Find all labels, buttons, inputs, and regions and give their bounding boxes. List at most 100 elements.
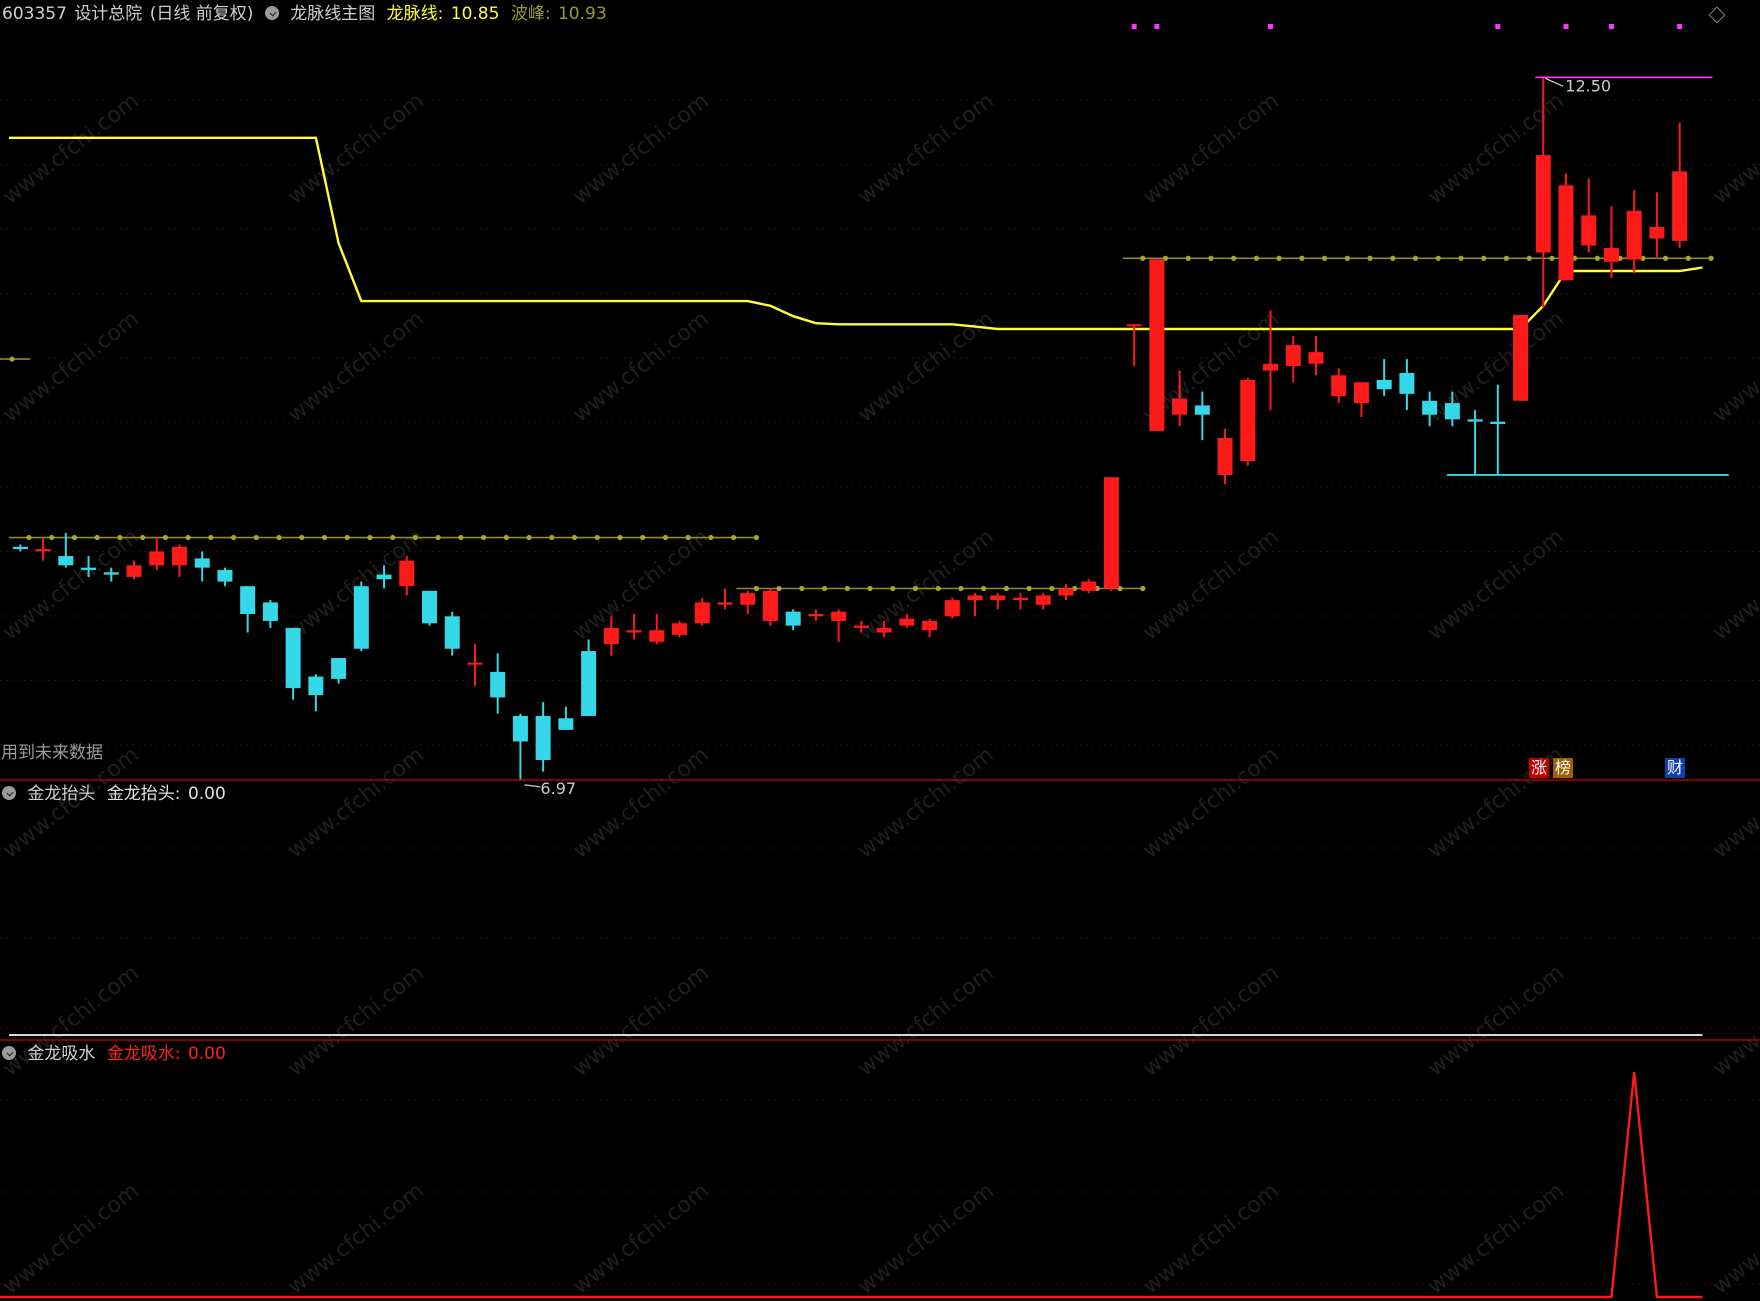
candle	[1308, 335, 1324, 376]
candle	[1035, 593, 1051, 610]
candle-body	[217, 569, 233, 582]
peak-dot	[890, 585, 896, 592]
sub1-toggle-icon[interactable]	[2, 786, 16, 800]
candle	[1649, 192, 1665, 258]
peak-dot	[1594, 255, 1600, 261]
candle-body	[81, 567, 97, 570]
candle	[558, 706, 574, 730]
candle-body	[1535, 155, 1551, 253]
candle-body	[1513, 315, 1529, 401]
watermark-text: www.cfchi.com	[853, 1178, 998, 1299]
candle	[308, 674, 324, 712]
candle-body	[922, 620, 938, 631]
sub1-series-label: 金龙抬头:	[106, 784, 181, 804]
candle-body	[1626, 210, 1642, 260]
candle	[990, 593, 1006, 610]
candle	[1672, 122, 1688, 248]
candle-body	[1263, 363, 1279, 371]
candle	[1467, 410, 1483, 475]
peak-dot	[1344, 255, 1350, 261]
peak-dot	[844, 585, 850, 592]
candle	[171, 544, 187, 577]
candle	[353, 581, 369, 652]
signal-marker	[1677, 24, 1683, 29]
candle-body	[1103, 477, 1119, 589]
candle	[944, 597, 960, 619]
watermark-text: www.cfchi.com	[1708, 960, 1760, 1081]
candle-body	[353, 586, 369, 649]
period-label[interactable]: (日线 前复权)	[150, 4, 254, 24]
signal-marker	[1608, 24, 1614, 29]
candle	[35, 537, 51, 561]
candle	[262, 600, 278, 628]
dragon-line-label: 龙脉线:	[386, 4, 444, 24]
candle-body	[35, 549, 51, 552]
watermark-text: www.cfchi.com	[1138, 960, 1283, 1081]
candle-body	[512, 715, 528, 742]
watermark-text: www.cfchi.com	[0, 306, 144, 427]
peak-dot	[935, 585, 941, 592]
peak-dot	[594, 534, 600, 541]
sub1-name[interactable]: 金龙抬头	[27, 784, 95, 804]
candle-body	[467, 662, 483, 665]
candle-body	[1058, 588, 1074, 596]
peak-dot	[49, 534, 55, 541]
candle-body	[1581, 215, 1597, 246]
peak-dot	[435, 534, 441, 541]
indicator-toggle-icon[interactable]	[264, 6, 279, 20]
peak-dot	[71, 534, 78, 541]
candle-body	[422, 590, 438, 624]
sub2-name[interactable]: 金龙吸水	[27, 1044, 95, 1064]
high-arrow	[1545, 77, 1564, 87]
candle	[12, 544, 28, 552]
signal-marker	[1563, 24, 1569, 29]
signal-marker	[1495, 24, 1501, 29]
peak-dot	[753, 585, 759, 592]
peak-dot	[821, 585, 828, 592]
candle	[1149, 259, 1165, 431]
watermark-text: www.cfchi.com	[853, 742, 998, 863]
watermark-text: www.cfchi.com	[283, 1178, 428, 1299]
signal-marker	[1131, 24, 1137, 29]
candle-body	[444, 616, 460, 649]
peak-dot	[799, 585, 805, 592]
dragon-line-value: 10.85	[450, 4, 500, 24]
watermark-layer: www.cfchi.com www.cfchi.com www.cfchi.com w…	[0, 88, 1760, 1299]
candle-body	[785, 611, 801, 626]
candle	[1217, 428, 1233, 485]
candle-body	[1467, 419, 1483, 422]
candle	[444, 611, 460, 656]
signal-marker	[1268, 24, 1274, 29]
candle	[490, 653, 506, 714]
zhang-badge[interactable]: 涨	[1529, 758, 1550, 778]
grid-lines	[0, 99, 1760, 1285]
candle	[285, 627, 301, 700]
peak-dot	[1049, 585, 1055, 592]
candle	[1058, 583, 1074, 601]
peak-dot	[185, 534, 191, 541]
peak-dot	[1685, 255, 1691, 261]
indicator-name[interactable]: 龙脉线主图	[290, 4, 375, 24]
candle	[1081, 579, 1097, 594]
watermark-text: www.cfchi.com	[568, 88, 713, 209]
peak-dot	[1549, 255, 1555, 261]
candle-body	[194, 558, 210, 568]
sub2-toggle-icon[interactable]	[2, 1046, 16, 1060]
cai-badge[interactable]: 财	[1665, 758, 1686, 778]
peak-dot	[867, 585, 873, 592]
candle	[217, 567, 233, 587]
dragon-line-path	[9, 136, 1703, 331]
watermark-text: www.cfchi.com	[853, 960, 998, 1081]
peak-dot	[299, 534, 305, 541]
bang-badge[interactable]: 榜	[1553, 758, 1574, 778]
watermark-text: www.cfchi.com	[283, 306, 428, 427]
candle	[1399, 359, 1415, 411]
peak-dot	[981, 585, 987, 592]
sub2-header: 金龙吸水 金龙吸水: 0.00	[2, 1040, 232, 1068]
peak-dot	[1662, 255, 1669, 261]
candle-body	[308, 676, 324, 696]
candle	[672, 620, 688, 638]
candle	[967, 593, 983, 617]
peak-dot	[1390, 255, 1396, 261]
peak-dot	[1481, 255, 1487, 261]
